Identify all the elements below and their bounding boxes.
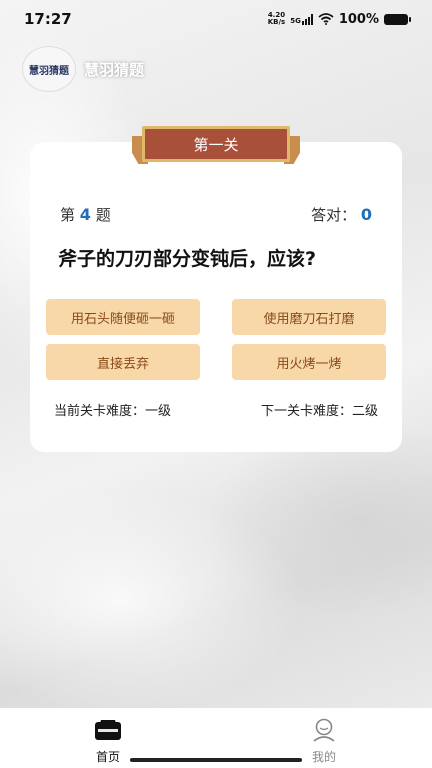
level-ribbon: 第一关 bbox=[132, 126, 300, 164]
question-index: 第 4 题 bbox=[60, 204, 111, 225]
signal-icon: 5G bbox=[290, 13, 313, 25]
status-icons: 4.20 KB/s 5G 100% bbox=[268, 11, 411, 27]
correct-label: 答对： bbox=[311, 206, 357, 224]
network-speed: 4.20 KB/s bbox=[268, 12, 285, 26]
option-button-4[interactable]: 用火烤一烤 bbox=[232, 344, 386, 380]
question-number: 4 bbox=[79, 205, 91, 224]
option-button-2[interactable]: 使用磨刀石打磨 bbox=[232, 299, 386, 335]
next-difficulty: 下一关卡难度：二级 bbox=[260, 404, 378, 419]
correct-count: 0 bbox=[360, 205, 372, 224]
tab-home-label: 首页 bbox=[95, 750, 120, 764]
user-icon bbox=[313, 718, 335, 742]
level-title: 第一关 bbox=[142, 126, 290, 162]
home-indicator bbox=[130, 758, 302, 762]
current-difficulty: 当前关卡难度：一级 bbox=[54, 404, 172, 419]
status-time: 17:27 bbox=[24, 10, 72, 28]
battery-icon bbox=[384, 13, 411, 25]
correct-counter: 答对： 0 bbox=[311, 204, 372, 225]
speed-unit: KB/s bbox=[267, 18, 286, 26]
question-suffix: 题 bbox=[95, 206, 111, 224]
tab-mine-label: 我的 bbox=[311, 750, 336, 764]
question-text: 斧子的刀刃部分变钝后，应该? bbox=[58, 248, 317, 270]
bottom-tab-bar: 首页 我的 bbox=[0, 708, 432, 768]
wifi-icon bbox=[318, 13, 334, 25]
question-prefix: 第 bbox=[60, 206, 76, 224]
option-button-3[interactable]: 直接丢弃 bbox=[46, 344, 200, 380]
home-icon bbox=[95, 720, 121, 740]
app-header: 慧羽猜题 慧羽猜题 bbox=[22, 46, 144, 92]
status-bar: 17:27 4.20 KB/s 5G 100% bbox=[0, 0, 432, 38]
app-title: 慧羽猜题 bbox=[84, 60, 145, 79]
question-meta: 第 4 题 答对： 0 bbox=[60, 204, 372, 225]
network-type: 5G bbox=[290, 16, 301, 25]
app-logo: 慧羽猜题 bbox=[22, 46, 76, 92]
option-button-1[interactable]: 用石头随便砸一砸 bbox=[46, 299, 200, 335]
battery-percent: 100% bbox=[338, 11, 379, 27]
